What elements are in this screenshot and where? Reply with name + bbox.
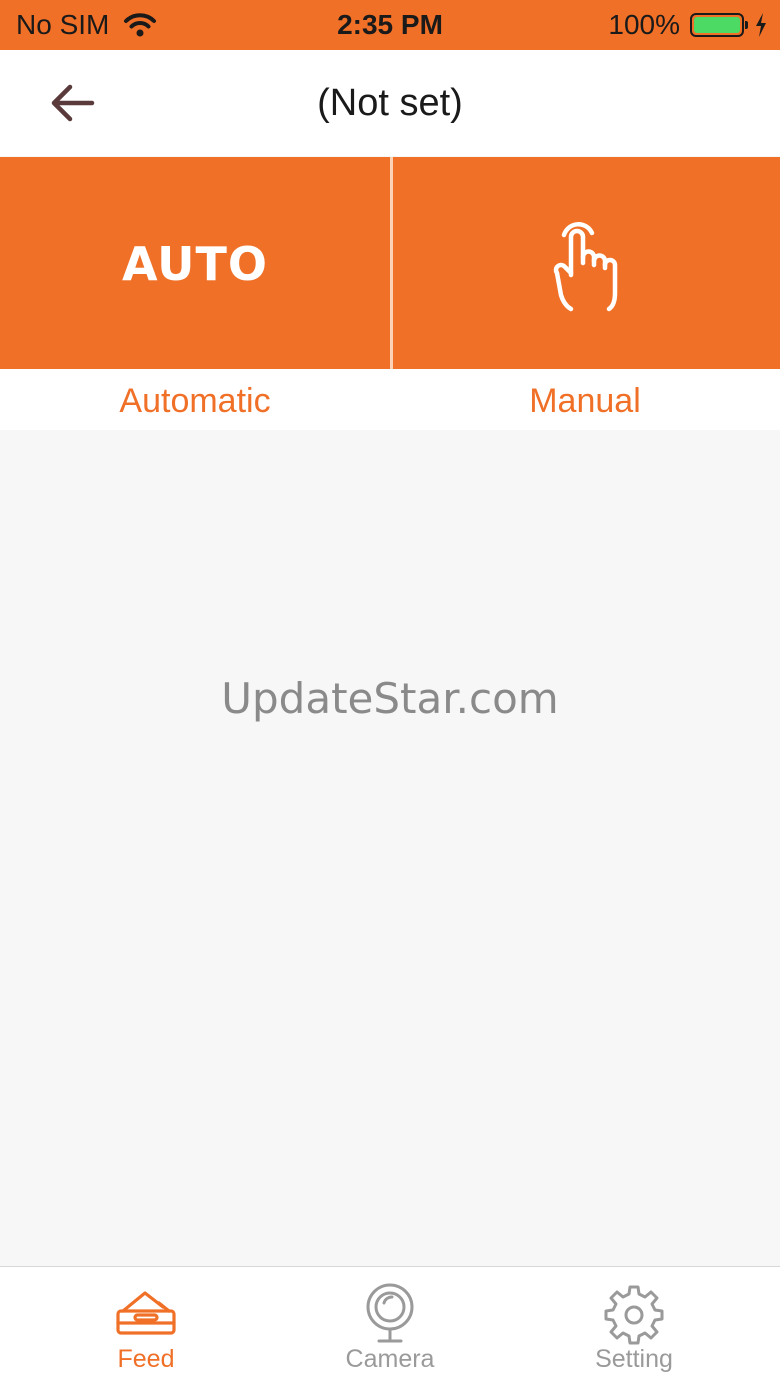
tab-camera-label: Camera	[345, 1345, 435, 1373]
battery-tip	[745, 21, 748, 29]
battery-icon	[690, 13, 748, 37]
watermark-text: UpdateStar.com	[221, 674, 559, 723]
battery-percent: 100%	[608, 9, 680, 40]
tab-feed[interactable]: Feed	[15, 1267, 275, 1387]
status-bar: No SIM 2:35 PM 100%	[0, 0, 780, 50]
content-area: UpdateStar.com	[0, 430, 780, 1266]
webcam-icon	[366, 1283, 414, 1343]
app-screen: No SIM 2:35 PM 100% (Not set) AUTO Autom…	[0, 0, 780, 1387]
tab-setting-label: Setting	[595, 1345, 673, 1373]
auto-mode-tile[interactable]: AUTO	[0, 157, 390, 369]
auto-tile-text: AUTO	[121, 237, 269, 291]
manual-mode-tile[interactable]	[393, 157, 780, 369]
manual-label[interactable]: Manual	[390, 382, 780, 421]
page-title: (Not set)	[317, 82, 463, 124]
tab-bar: Feed Camera Setting	[0, 1266, 780, 1387]
nav-bar: (Not set)	[0, 50, 780, 156]
status-right: 100%	[608, 9, 768, 41]
feeder-icon	[116, 1291, 176, 1335]
gear-icon	[604, 1285, 664, 1345]
tab-camera[interactable]: Camera	[259, 1267, 519, 1387]
battery-fill	[694, 17, 740, 33]
automatic-label[interactable]: Automatic	[0, 382, 390, 421]
mode-labels: Automatic Manual	[0, 369, 780, 430]
tab-setting[interactable]: Setting	[503, 1267, 763, 1387]
charging-bolt-icon	[756, 13, 766, 37]
tab-feed-label: Feed	[117, 1345, 175, 1373]
hand-pointer-icon	[553, 222, 617, 312]
